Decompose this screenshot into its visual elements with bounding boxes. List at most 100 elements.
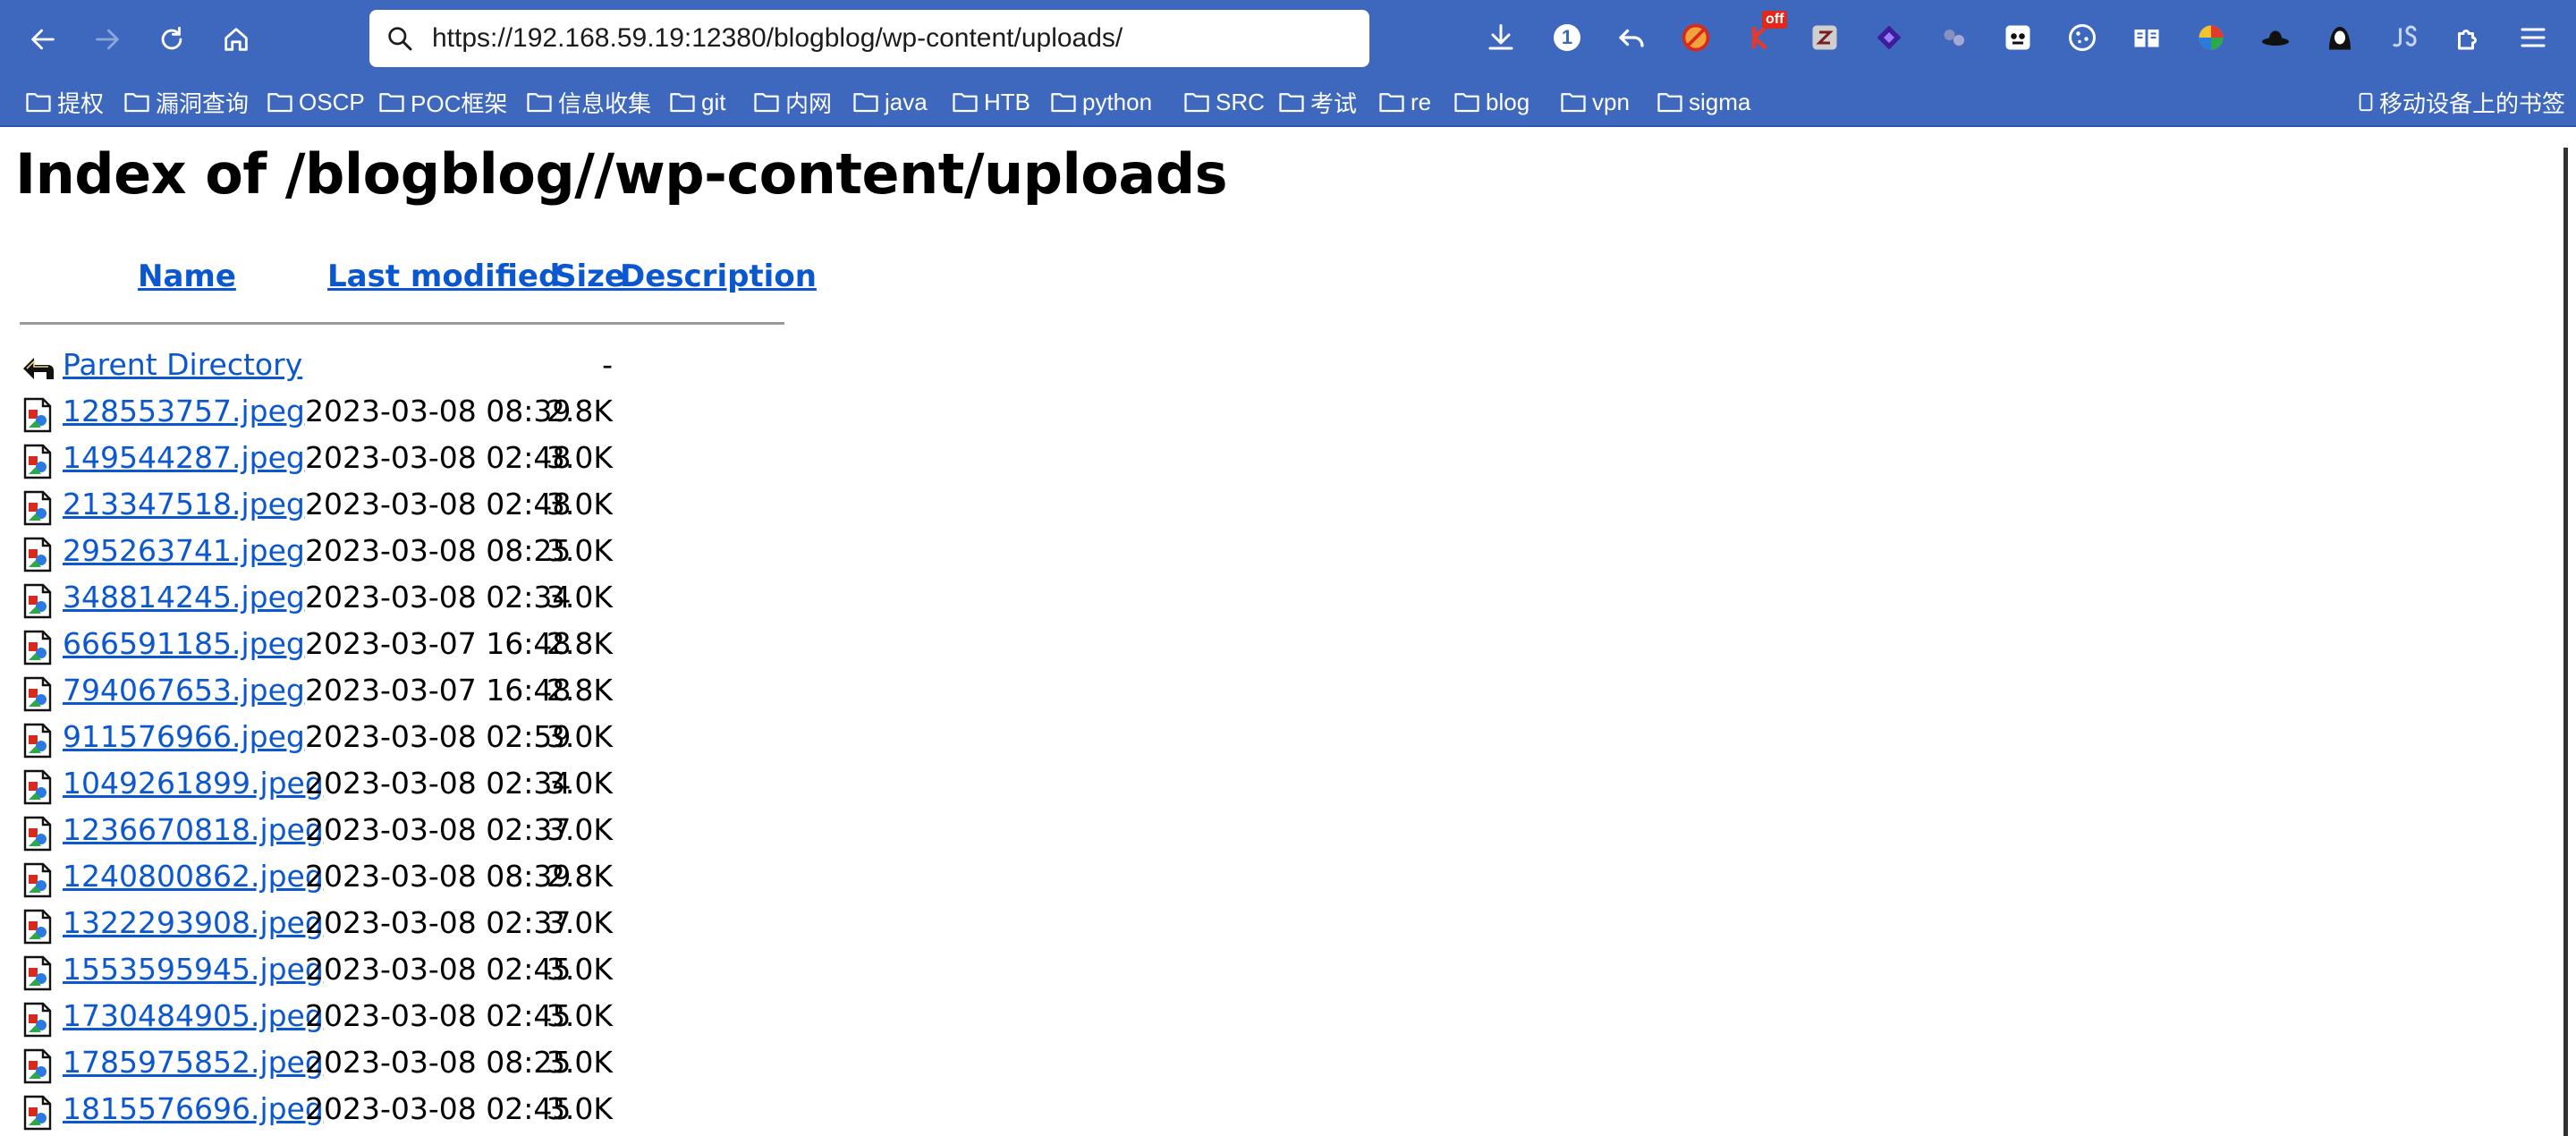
column-header-last-modified[interactable]: Last modified: [327, 259, 560, 294]
file-size: 3.0K: [546, 812, 613, 847]
forward-button[interactable]: [86, 18, 129, 61]
hat-extension-button[interactable]: [2258, 20, 2293, 55]
file-link[interactable]: 1049261899.jpeg: [63, 766, 324, 801]
bookmark-folder-label: python: [1082, 88, 1153, 115]
column-header-size[interactable]: Size: [555, 259, 625, 294]
file-link[interactable]: 128553757.jpeg: [63, 394, 305, 428]
image-file-icon: [23, 676, 52, 712]
url-input[interactable]: [432, 23, 1326, 54]
file-link[interactable]: 213347518.jpeg: [63, 487, 305, 521]
back-button[interactable]: [21, 18, 64, 61]
file-link[interactable]: 1553595945.jpeg: [63, 952, 324, 987]
image-file-icon: [23, 397, 52, 433]
hacker-extension-button[interactable]: [2322, 20, 2358, 55]
downloads-button[interactable]: [1483, 20, 1519, 55]
image-file-icon: [23, 444, 52, 479]
bookmark-folder[interactable]: 提权: [25, 86, 104, 118]
folder-icon: [267, 93, 292, 113]
bookmark-folder-label: sigma: [1689, 88, 1751, 115]
off-badge: off: [1762, 11, 1788, 29]
file-row: 1815576696.jpeg 2023-03-08 02:45 3.0K: [0, 1088, 805, 1134]
bookmark-folder[interactable]: re: [1378, 86, 1431, 118]
image-file-icon: [23, 537, 52, 572]
panda-extension-button[interactable]: [2000, 20, 2036, 55]
bookmark-folder[interactable]: python: [1050, 86, 1152, 118]
file-link[interactable]: 666591185.jpeg: [63, 626, 305, 661]
image-file-icon: [23, 723, 52, 759]
app-menu-button[interactable]: [2515, 20, 2551, 55]
bookmark-folder[interactable]: sigma: [1657, 86, 1750, 118]
bookmark-folder[interactable]: java: [852, 86, 928, 118]
home-button[interactable]: [215, 18, 258, 61]
address-bar[interactable]: [369, 10, 1369, 67]
page-scrollbar[interactable]: [2563, 148, 2568, 1136]
bookmark-folder[interactable]: vpn: [1560, 86, 1630, 118]
file-link[interactable]: 794067653.jpeg: [63, 673, 305, 708]
bookmark-folder[interactable]: OSCP: [267, 86, 365, 118]
file-size: 3.0K: [546, 1091, 613, 1126]
file-row: 348814245.jpeg 2023-03-08 02:34 3.0K: [0, 576, 805, 623]
blocker-icon: [1682, 23, 1710, 52]
bookmark-folder[interactable]: blog: [1453, 86, 1530, 118]
mobile-bookmarks-button[interactable]: 移动设备上的书签: [2356, 86, 2565, 118]
bookmark-folder[interactable]: 考试: [1278, 86, 1357, 118]
color-picker-extension-button[interactable]: [2193, 20, 2229, 55]
file-link[interactable]: 348814245.jpeg: [63, 580, 305, 615]
bookmark-folder[interactable]: POC框架: [378, 86, 507, 118]
file-link[interactable]: 1240800862.jpeg: [63, 859, 324, 894]
parent-directory-size: -: [602, 347, 613, 382]
undo-extension-button[interactable]: [1614, 20, 1649, 55]
file-link[interactable]: 1322293908.jpeg: [63, 905, 324, 940]
file-link[interactable]: 1236670818.jpeg: [63, 812, 324, 847]
extensions-icon: [2458, 30, 2477, 50]
file-link[interactable]: 1785975852.jpeg: [63, 1045, 324, 1080]
bookmark-folder[interactable]: 信息收集: [526, 86, 651, 118]
counter-extension-button[interactable]: 1: [1549, 20, 1585, 55]
bookmark-folder-label: vpn: [1592, 88, 1630, 115]
parent-directory-link[interactable]: Parent Directory: [63, 347, 302, 382]
reload-icon: [161, 26, 182, 50]
folder-icon: [26, 93, 51, 113]
file-row: 911576966.jpeg 2023-03-08 02:59 3.0K: [0, 716, 805, 762]
file-row: 1730484905.jpeg 2023-03-08 02:45 3.0K: [0, 995, 805, 1041]
folder-icon: [1561, 93, 1586, 113]
reload-button[interactable]: [150, 18, 193, 61]
cookie-icon: [2069, 24, 2096, 51]
file-link[interactable]: 1815576696.jpeg: [63, 1091, 324, 1126]
bookmark-folder[interactable]: 漏洞查询: [123, 86, 249, 118]
js-extension-button[interactable]: [2386, 20, 2422, 55]
column-header-name[interactable]: Name: [138, 259, 236, 294]
k-off-extension-button[interactable]: off: [1744, 11, 1788, 55]
reader-icon: [2134, 30, 2159, 47]
browser-toolbar: 1 off: [0, 0, 2576, 79]
file-link[interactable]: 1730484905.jpeg: [63, 998, 324, 1033]
reader-extension-button[interactable]: [2129, 20, 2165, 55]
extension-badge-count: 1: [1561, 26, 1573, 48]
file-link[interactable]: 911576966.jpeg: [63, 719, 305, 754]
file-size: 2.8K: [546, 394, 613, 428]
hat-icon: [2262, 30, 2289, 46]
search-icon: [388, 27, 412, 51]
parent-directory-row: Parent Directory -: [0, 343, 805, 390]
bookmark-folder[interactable]: HTB: [952, 86, 1030, 118]
file-size: 3.0K: [546, 952, 613, 987]
back-arrow-icon: [23, 358, 54, 379]
zotero-extension-button[interactable]: [1807, 20, 1843, 55]
bookmark-folder[interactable]: SRC: [1183, 86, 1265, 118]
blocker-extension-button[interactable]: [1678, 20, 1714, 55]
extensions-button[interactable]: [2451, 20, 2487, 55]
folder-icon: [670, 93, 695, 113]
diamond-extension-button[interactable]: [1871, 20, 1907, 55]
file-link[interactable]: 149544287.jpeg: [63, 440, 305, 475]
dots-extension-button[interactable]: [1936, 20, 1971, 55]
bookmark-folder[interactable]: git: [669, 86, 725, 118]
file-size: 2.8K: [546, 626, 613, 661]
download-icon: [1488, 24, 1513, 50]
mobile-bookmarks-label: 移动设备上的书签: [2379, 89, 2566, 117]
bookmark-folder[interactable]: 内网: [753, 86, 832, 118]
file-link[interactable]: 295263741.jpeg: [63, 533, 305, 568]
cookie-extension-button[interactable]: [2064, 20, 2100, 55]
column-header-description[interactable]: Description: [620, 259, 817, 294]
file-row: 666591185.jpeg 2023-03-07 16:48 2.8K: [0, 623, 805, 669]
folder-icon: [124, 93, 149, 113]
